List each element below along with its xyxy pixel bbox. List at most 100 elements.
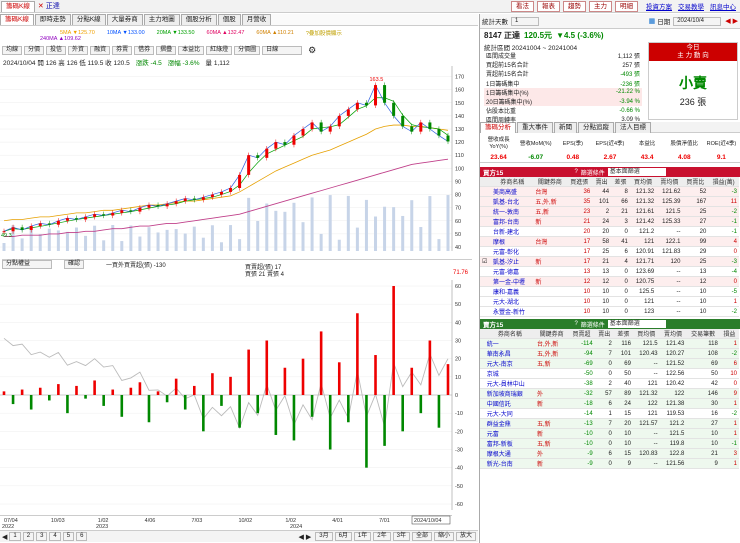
tab-0[interactable]: 籌碼K線	[0, 14, 34, 25]
range-all[interactable]: 全部	[411, 532, 432, 541]
btn-dist-chart[interactable]: 分價圖	[234, 45, 261, 55]
page-6[interactable]: 6	[76, 532, 88, 541]
btn-lend[interactable]: 借券	[134, 45, 155, 55]
date-input[interactable]: 2024/10/4	[673, 16, 722, 26]
column-header[interactable]: 賣出	[594, 329, 614, 339]
tab-2[interactable]: 分點K線	[71, 14, 106, 25]
broker-name[interactable]: 永豐金-新竹	[491, 306, 534, 317]
indicator-chart[interactable]: 60 50 40 30 20 10 0 -10 -20 -30 -40 -50 -60	[0, 280, 478, 515]
table-row[interactable]: 康和-嘉義 10 10 0 125.5 -- 10 -5	[480, 286, 739, 297]
table-row[interactable]: 凱基-台北 五,外,新 35 101 66 121.32 125.39 167 11	[480, 196, 739, 207]
column-header[interactable]: 買均價	[632, 329, 660, 339]
column-header[interactable]: 券商名稱	[491, 177, 534, 187]
column-header[interactable]	[480, 177, 492, 187]
column-header[interactable]: 賣均價	[656, 177, 683, 187]
overlay-tip[interactable]: ?疊加股價顯示	[306, 29, 342, 37]
page-1[interactable]: 1	[9, 532, 21, 541]
table-row[interactable]: 新加坡商瑞銀外 -32 57 89 121.32 122 146 9	[480, 388, 739, 399]
table-row[interactable]: 摩根 台灣 17 58 41 121 122.1 99 4	[480, 236, 739, 247]
broker-name[interactable]: 凱基-汐止	[491, 256, 534, 267]
broker-name[interactable]: 康和-嘉義	[491, 286, 534, 297]
table-row[interactable]: 元大-大同 -14 1 15 121 119.53 16 -2	[480, 408, 739, 419]
btn-light[interactable]: 紅綠燈	[206, 45, 233, 55]
table-row[interactable]: ☑ 凱基-汐止新 17 21 4 121.71 120 25 -3	[480, 256, 739, 267]
broker-name[interactable]: 京城	[484, 368, 535, 379]
column-header[interactable]: 買進張	[566, 177, 593, 187]
column-header[interactable]: 買賣超	[568, 329, 595, 339]
tab-4[interactable]: 主力地圖	[143, 14, 180, 25]
table-row[interactable]: 統一 台,外,新 -114 2 116 121.5 121.43 118 1	[480, 338, 739, 349]
page-4[interactable]: 4	[49, 532, 61, 541]
btn-main[interactable]: 主力	[589, 0, 612, 12]
broker-name[interactable]: 新加坡商瑞銀	[484, 388, 535, 399]
broker-name[interactable]: 台新-建北	[491, 226, 534, 237]
price-chart[interactable]: 170 160 150 140 130 120 110 100 90 80 70 60 50 40 163.…	[0, 66, 478, 256]
zoom-in[interactable]: 放大	[455, 532, 476, 541]
btn-fold[interactable]: 摺疊	[156, 45, 177, 55]
column-header[interactable]: 交易筆數	[686, 329, 720, 339]
column-header[interactable]: 賣均價	[659, 329, 687, 339]
zoom-out[interactable]: 縮小	[433, 532, 454, 541]
scroll-right-icon[interactable]: ▶	[306, 533, 311, 541]
indicator-select[interactable]: 分點權益	[2, 260, 52, 269]
table-row[interactable]: 元大-湖北 10 10 0 121 -- 10 1	[480, 296, 739, 307]
table-row[interactable]: 元富新 -10 0 10 -- 121.5 10 1	[480, 428, 739, 439]
table-row[interactable]: 元大-南京 五,新 -69 0 69 -- 121.52 69 6	[480, 358, 739, 369]
link-plan[interactable]: 投資方案	[646, 1, 672, 11]
broker-name[interactable]: 摩根大通	[484, 448, 535, 459]
tab-7[interactable]: 月營收	[241, 14, 272, 25]
prev-arrow-icon[interactable]: ◀	[2, 533, 7, 541]
table-row[interactable]: 摩根大通外 -9 6 15 120.83 122.8 21 3	[480, 448, 739, 459]
tab-3[interactable]: 大量券商	[106, 14, 143, 25]
broker-name[interactable]: 凱基-台北	[491, 196, 534, 207]
column-header[interactable]: 差張	[611, 177, 630, 187]
column-header[interactable]: 損益(萬)	[708, 177, 739, 187]
broker-name[interactable]: 富邦-台南	[491, 216, 534, 227]
close-icon[interactable]: ✕	[38, 2, 44, 10]
btn-foreign[interactable]: 外資	[68, 45, 89, 55]
broker-name[interactable]: 第一金-中壢	[491, 276, 534, 287]
table-row[interactable]: 富邦-台南新 21 24 3 121.42 125.33 27 -1	[480, 216, 739, 227]
broker-name[interactable]: 元大-湖北	[491, 296, 534, 307]
buy-filter-select[interactable]: 基本面篩選	[607, 168, 666, 176]
tab-chip-kline[interactable]: 籌碼K線	[1, 0, 35, 12]
link-msg[interactable]: 訊息中心	[710, 1, 736, 11]
range-1y[interactable]: 1年	[353, 532, 372, 541]
tab-6[interactable]: 個股	[217, 14, 241, 25]
table-row[interactable]: 元大-員林中山 -38 2 40 121 120.42 42 0	[480, 378, 739, 389]
range-2y[interactable]: 2年	[373, 532, 391, 541]
table-row[interactable]: 第一金-中壢新 12 12 0 120.75 -- 12 0	[480, 276, 739, 287]
table-row[interactable]: 富邦-新板 五,新 -10 0 10 -- 119.8 10 -1	[480, 438, 739, 449]
column-header[interactable]: 關鍵券商	[533, 177, 567, 187]
page-2[interactable]: 2	[22, 532, 35, 541]
broker-name[interactable]: 新光-台南	[484, 458, 535, 469]
table-row[interactable]: 美商高盛 台灣 36 44 8 121.32 121.62 52 -3	[480, 186, 739, 197]
settings-icon[interactable]: ⚙	[308, 45, 316, 56]
column-header[interactable]: 關鍵券商	[534, 329, 569, 339]
column-header[interactable]: 買均價	[629, 177, 657, 187]
table-row[interactable]: 新光-台南新 -9 0 9 -- 121.56 9 1	[480, 458, 739, 469]
table-row[interactable]: 台新-建北 20 20 0 121.2 -- 20 -1	[480, 226, 739, 237]
btn-trend[interactable]: 趨勢	[563, 0, 586, 12]
btn-detail[interactable]: 明細	[615, 0, 638, 12]
page-5[interactable]: 5	[62, 532, 75, 541]
broker-name[interactable]: 中國信託	[484, 398, 535, 409]
broker-name[interactable]: 群益金鼎	[484, 418, 535, 429]
broker-name[interactable]: 華南永昌	[484, 348, 535, 359]
range-6m[interactable]: 6月	[334, 532, 352, 541]
stat-days-select[interactable]: 1	[511, 16, 539, 26]
table-row[interactable]: 華南永昌 五,外,新 -94 7 101 120.43 120.27 108 -2	[480, 348, 739, 359]
sell-filter-select[interactable]: 基本面篩選	[607, 320, 666, 328]
table-row[interactable]: 中國信託新 -18 6 24 122 121.38 30 1	[480, 398, 739, 409]
btn-view[interactable]: 看法	[511, 0, 534, 12]
broker-name[interactable]: 元大-大同	[484, 408, 535, 419]
btn-trust[interactable]: 投信	[46, 45, 67, 55]
broker-name[interactable]: 元富-彰化	[491, 246, 534, 257]
broker-name[interactable]: 美商高盛	[491, 186, 534, 197]
broker-name[interactable]: 統一	[484, 338, 535, 349]
column-header[interactable]: 券商名稱	[484, 329, 535, 339]
calendar-icon[interactable]: ▦	[649, 17, 656, 25]
column-header[interactable]: 差張	[613, 329, 633, 339]
broker-name[interactable]: 富邦-新板	[484, 438, 535, 449]
broker-name[interactable]: 元大-員林中山	[484, 378, 535, 389]
